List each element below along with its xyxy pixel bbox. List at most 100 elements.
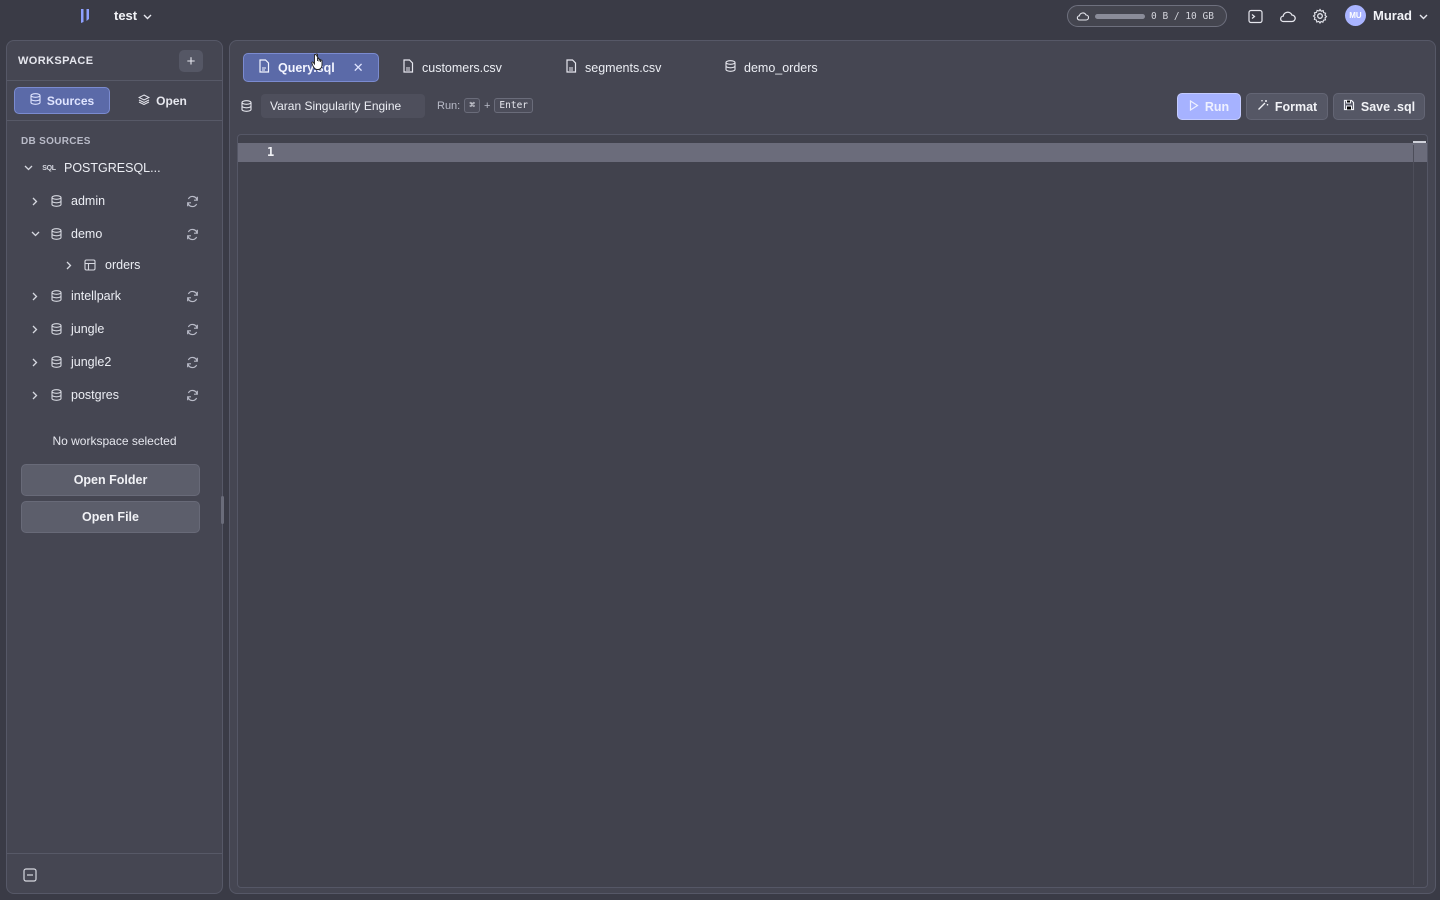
tree-item-jungle[interactable]: jungle [28,318,104,340]
storage-text: 0 B / 10 GB [1151,10,1214,22]
connection-postgresql[interactable]: SQL POSTGRESQL... [21,157,161,179]
sidebar-resize-handle[interactable] [221,496,224,524]
chevron-right-icon[interactable] [28,197,42,206]
tree-item-orders[interactable]: orders [62,254,140,276]
user-menu[interactable]: MU Murad [1345,5,1428,26]
tree-item-label: admin [71,194,106,208]
terminal-icon[interactable] [1246,7,1264,25]
tree-item-postgres[interactable]: postgres [28,384,119,406]
tab-demo-orders[interactable]: demo_orders [711,53,832,82]
avatar: MU [1345,5,1366,26]
tree-item-label: jungle [71,322,105,336]
format-button[interactable]: Format [1246,93,1328,120]
tab-label: customers.csv [422,60,502,75]
sql-editor[interactable]: 1 [237,134,1428,888]
cloud-sync-icon[interactable] [1278,7,1296,25]
tree-item-label: postgres [71,388,119,402]
active-line-highlight [238,143,1427,162]
refresh-icon[interactable] [184,354,200,370]
tab-sources-label: Sources [46,93,95,108]
database-icon [30,93,41,108]
close-icon[interactable]: ✕ [353,60,364,76]
tree-item-demo[interactable]: demo [28,223,102,245]
refresh-icon[interactable] [184,288,200,304]
engine-selector[interactable]: Varan Singularity Engine [261,94,425,118]
open-file-button[interactable]: Open File [21,501,200,533]
connection-label: POSTGRESQL... [64,161,161,175]
refresh-icon[interactable] [184,387,200,403]
project-name: test [114,8,138,23]
divider [7,120,222,121]
tab-sources[interactable]: Sources [14,87,110,114]
save-sql-button[interactable]: Save .sql [1333,93,1425,120]
tab-label: Query.sql [278,60,335,75]
database-icon [48,356,64,368]
cloud-icon [1076,9,1090,24]
user-name: Murad [1373,8,1412,23]
refresh-icon[interactable] [184,321,200,337]
chevron-right-icon[interactable] [28,391,42,400]
db-sources-label: DB SOURCES [21,136,91,147]
refresh-icon[interactable] [184,226,200,242]
enter-key: Enter [494,98,534,113]
magic-wand-icon [1257,99,1269,114]
save-icon [1343,99,1355,114]
divider [7,80,222,81]
cmd-key: ⌘ [464,98,480,113]
hand-cursor-icon [311,53,325,71]
main-editor-panel: Query.sql ✕ customers.csv segments.csv d… [229,40,1436,894]
chevron-right-icon[interactable] [28,325,42,334]
tab-segments-csv[interactable]: segments.csv [551,53,675,82]
plus-sign: + [483,99,491,112]
app-logo-icon[interactable] [76,7,94,25]
project-selector[interactable]: test [114,8,152,23]
tree-item-label: orders [105,258,141,272]
tree-item-jungle2[interactable]: jungle2 [28,351,111,373]
run-shortcut-hint: Run: ⌘ + Enter [437,98,534,113]
divider [7,853,222,854]
run-label: Run [1204,99,1230,114]
chevron-down-icon[interactable] [21,165,35,171]
tab-customers-csv[interactable]: customers.csv [388,53,516,82]
tree-item-label: intellpark [71,289,122,303]
tree-item-label: jungle2 [71,355,112,369]
chevron-down-icon [1419,8,1428,23]
settings-gear-icon[interactable] [1311,7,1329,25]
open-folder-button[interactable]: Open Folder [21,464,200,496]
chevron-down-icon [143,8,152,23]
tab-open[interactable]: Open [113,87,212,114]
collapse-panel-icon[interactable] [22,867,38,883]
sql-badge-icon: SQL [42,164,56,172]
chevron-right-icon[interactable] [28,292,42,301]
storage-usage[interactable]: 0 B / 10 GB [1067,5,1227,27]
csv-file-icon [402,59,414,76]
tree-item-admin[interactable]: admin [28,190,105,212]
run-button[interactable]: Run [1177,93,1241,120]
chevron-right-icon[interactable] [62,261,76,270]
database-icon [725,60,736,75]
run-hint-label: Run: [437,99,461,112]
add-workspace-button[interactable]: + [179,50,203,72]
database-icon [239,99,253,113]
table-icon [82,259,98,271]
chevron-down-icon[interactable] [28,231,42,237]
refresh-icon[interactable] [184,193,200,209]
chevron-right-icon[interactable] [28,358,42,367]
scrollbar-marker [1413,141,1426,143]
database-icon [48,389,64,401]
editor-scrollbar[interactable] [1413,145,1425,885]
tree-item-intellpark[interactable]: intellpark [28,285,121,307]
database-icon [48,195,64,207]
format-label: Format [1274,99,1318,114]
no-workspace-message: No workspace selected [52,434,177,448]
database-icon [48,323,64,335]
play-icon [1189,99,1199,114]
line-number: 1 [267,145,275,159]
database-icon [48,290,64,302]
save-label: Save .sql [1360,99,1416,114]
editor-toolbar: Varan Singularity Engine Run: ⌘ + Enter … [230,91,1435,127]
tab-label: demo_orders [744,60,818,75]
tab-label: segments.csv [585,60,662,75]
csv-file-icon [565,59,577,76]
workspace-header: WORKSPACE [18,55,94,67]
